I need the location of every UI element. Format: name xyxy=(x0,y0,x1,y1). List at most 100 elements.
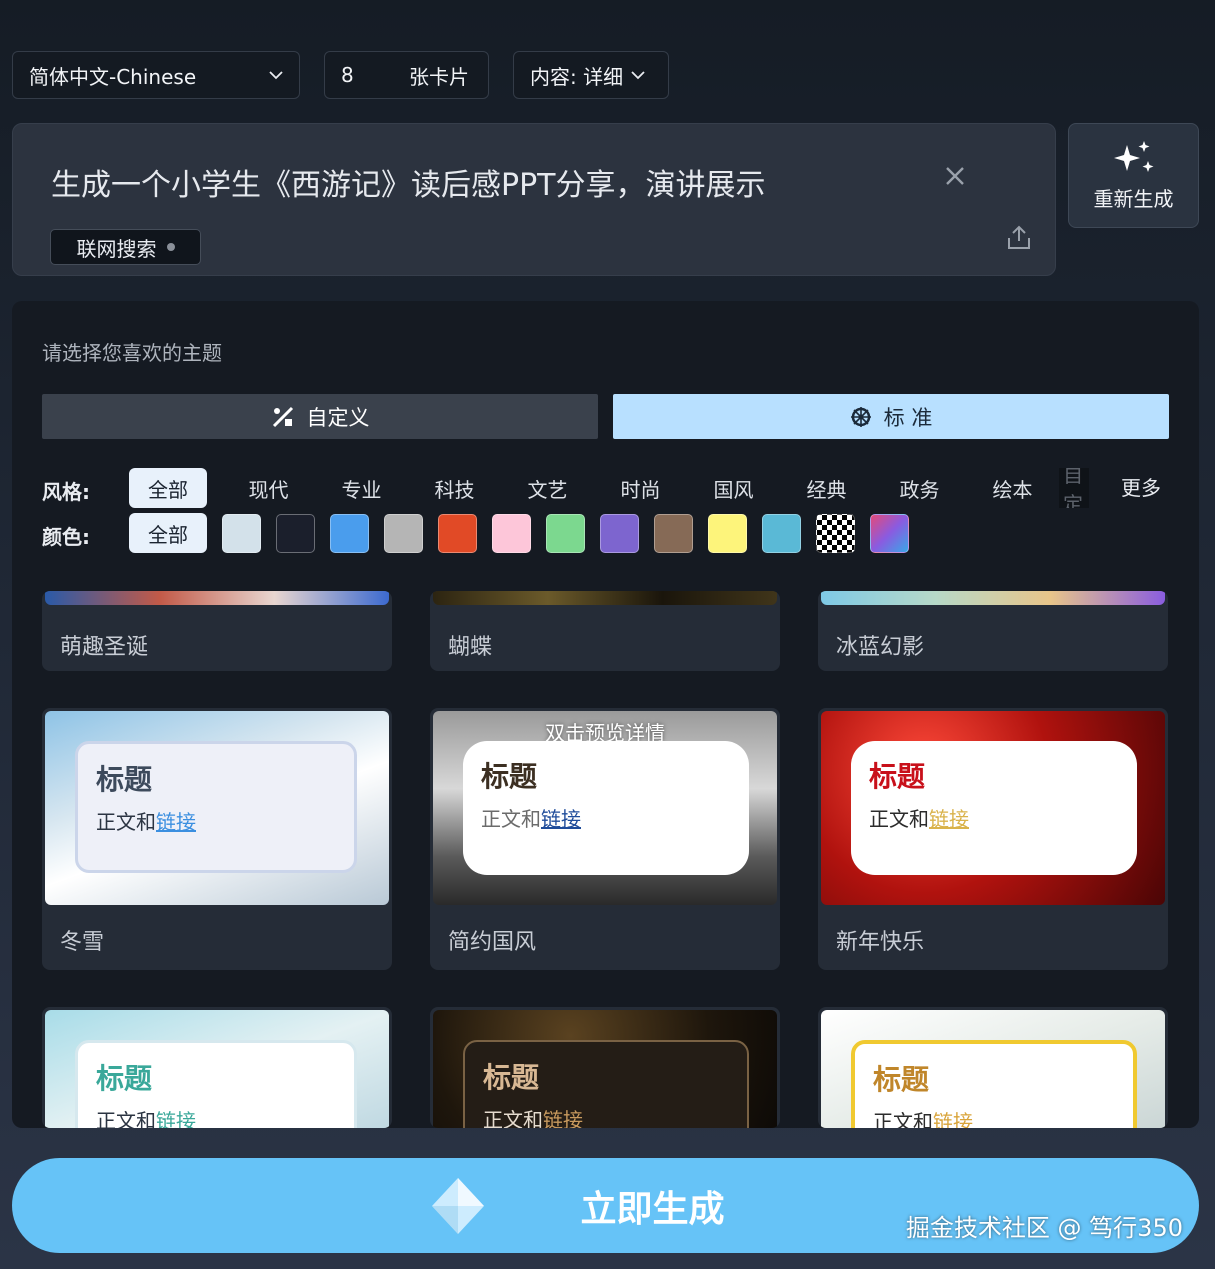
brush-ruler-icon xyxy=(272,406,293,427)
sample-body: 正文和 xyxy=(869,807,929,831)
theme-panel: 请选择您喜欢的主题 自定义 标 准 风格: 全部 现代 专业 科技 文艺 时尚 … xyxy=(12,301,1199,1128)
standard-mode-label: 标 准 xyxy=(883,405,933,430)
style-option[interactable]: 绘本 xyxy=(966,468,1059,508)
wheel-icon xyxy=(850,406,871,427)
sample-slide: 标题 正文和链接 xyxy=(75,741,357,873)
theme-thumbnail xyxy=(821,591,1165,605)
web-search-toggle[interactable]: 联网搜索 xyxy=(50,229,201,265)
sample-slide: 标题 正文和链接 xyxy=(463,741,749,875)
style-filter-label: 风格: xyxy=(42,480,90,504)
detail-select[interactable]: 内容: 详细 xyxy=(513,51,669,99)
close-icon[interactable] xyxy=(943,164,967,188)
theme-name: 蝴蝶 xyxy=(448,635,493,660)
color-swatch-checker[interactable] xyxy=(816,513,855,553)
theme-card[interactable]: 双击预览详情 标题 正文和链接 简约国风 xyxy=(430,708,780,970)
regenerate-button[interactable]: 重新生成 xyxy=(1068,123,1199,228)
chevron-down-icon xyxy=(269,71,283,80)
prompt-box[interactable]: 生成一个小学生《西游记》读后感PPT分享，演讲展示 联网搜索 xyxy=(12,123,1056,276)
standard-mode-button[interactable]: 标 准 xyxy=(613,394,1169,439)
sample-slide: 标题 正文和链接 xyxy=(851,1040,1137,1128)
sample-body: 正文和 xyxy=(873,1110,933,1128)
language-select[interactable]: 简体中文-Chinese xyxy=(12,51,300,99)
sample-link: 链接 xyxy=(156,1109,196,1128)
theme-thumbnail: 标题 正文和链接 xyxy=(433,1010,777,1128)
theme-thumbnail xyxy=(45,591,389,605)
color-swatch[interactable] xyxy=(600,513,639,553)
panel-title: 请选择您喜欢的主题 xyxy=(42,341,222,365)
color-swatch[interactable] xyxy=(654,513,693,553)
style-option[interactable]: 专业 xyxy=(315,468,408,508)
theme-card[interactable]: 标题 正文和链接 冬雪 xyxy=(42,708,392,970)
sample-link: 链接 xyxy=(543,1108,583,1128)
style-filter-row: 全部 现代 专业 科技 文艺 时尚 国风 经典 政务 绘本 自定 xyxy=(129,468,1089,508)
sample-body: 正文和 xyxy=(96,810,156,834)
theme-card[interactable]: 标题 正文和链接 新年快乐 xyxy=(818,708,1168,970)
sample-title: 标题 xyxy=(481,760,538,793)
color-option-all[interactable]: 全部 xyxy=(129,513,207,553)
sample-title: 标题 xyxy=(873,1063,930,1096)
card-count-unit: 张卡片 xyxy=(409,64,469,89)
theme-card[interactable]: 标题 正文和链接 xyxy=(818,1007,1168,1128)
color-swatch-gradient[interactable] xyxy=(870,513,909,553)
web-search-label: 联网搜索 xyxy=(76,236,157,261)
theme-thumbnail: 双击预览详情 标题 正文和链接 xyxy=(433,711,777,905)
style-option[interactable]: 文艺 xyxy=(501,468,594,508)
sample-link: 链接 xyxy=(929,807,969,831)
sample-slide: 标题 正文和链接 xyxy=(75,1040,357,1128)
sample-body: 正文和 xyxy=(483,1108,543,1128)
card-count-value: 8 xyxy=(341,63,354,87)
share-icon[interactable] xyxy=(1005,224,1033,252)
sample-title: 标题 xyxy=(483,1061,540,1094)
color-swatch[interactable] xyxy=(276,513,315,553)
detail-value: 内容: 详细 xyxy=(530,64,624,89)
custom-mode-button[interactable]: 自定义 xyxy=(42,394,598,439)
style-option[interactable]: 国风 xyxy=(687,468,780,508)
theme-thumbnail: 标题 正文和链接 xyxy=(45,711,389,905)
theme-card[interactable]: 标题 正文和链接 xyxy=(430,1007,780,1128)
style-option[interactable]: 全部 xyxy=(129,468,207,508)
chevron-down-icon xyxy=(631,71,645,80)
color-swatch[interactable] xyxy=(492,513,531,553)
color-swatch[interactable] xyxy=(384,513,423,553)
sample-body: 正文和 xyxy=(481,807,541,831)
generate-label: 立即生成 xyxy=(580,1188,725,1230)
status-dot xyxy=(166,243,175,251)
sample-title: 标题 xyxy=(869,760,926,793)
theme-card[interactable]: 萌趣圣诞 xyxy=(42,591,392,671)
color-swatch[interactable] xyxy=(708,513,747,553)
sample-link: 链接 xyxy=(541,807,581,831)
custom-mode-label: 自定义 xyxy=(306,405,370,430)
card-count-input[interactable]: 8 张卡片 xyxy=(324,51,489,99)
color-swatch[interactable] xyxy=(222,513,261,553)
watermark: 掘金技术社区 @ 笃行350 xyxy=(905,1214,1183,1242)
sparkle-icon xyxy=(1113,141,1153,172)
color-filter-row: 全部 xyxy=(129,513,924,553)
style-option[interactable]: 科技 xyxy=(408,468,501,508)
sample-body: 正文和 xyxy=(96,1109,156,1128)
color-swatch[interactable] xyxy=(546,513,585,553)
prompt-input[interactable]: 生成一个小学生《西游记》读后感PPT分享，演讲展示 xyxy=(51,160,766,204)
theme-name: 新年快乐 xyxy=(836,930,925,955)
sample-title: 标题 xyxy=(96,763,153,796)
sample-link: 链接 xyxy=(156,810,196,834)
theme-thumbnail: 标题 正文和链接 xyxy=(45,1010,389,1128)
color-swatch[interactable] xyxy=(762,513,801,553)
style-option[interactable]: 自定 xyxy=(1059,468,1089,508)
theme-name: 萌趣圣诞 xyxy=(60,635,149,660)
style-option[interactable]: 现代 xyxy=(222,468,315,508)
style-option[interactable]: 政务 xyxy=(873,468,966,508)
color-swatch[interactable] xyxy=(330,513,369,553)
color-swatch[interactable] xyxy=(438,513,477,553)
theme-card[interactable]: 标题 正文和链接 xyxy=(42,1007,392,1128)
style-option[interactable]: 时尚 xyxy=(594,468,687,508)
theme-card[interactable]: 蝴蝶 xyxy=(430,591,780,671)
theme-thumbnail: 标题 正文和链接 xyxy=(821,711,1165,905)
theme-name: 冰蓝幻影 xyxy=(836,635,925,660)
theme-name: 冬雪 xyxy=(60,930,105,955)
style-option[interactable]: 经典 xyxy=(780,468,873,508)
sample-link: 链接 xyxy=(933,1110,973,1128)
more-styles-button[interactable]: 更多 xyxy=(1121,468,1161,508)
theme-name: 简约国风 xyxy=(448,930,537,955)
theme-card[interactable]: 冰蓝幻影 xyxy=(818,591,1168,671)
theme-thumbnail: 标题 正文和链接 xyxy=(821,1010,1165,1128)
